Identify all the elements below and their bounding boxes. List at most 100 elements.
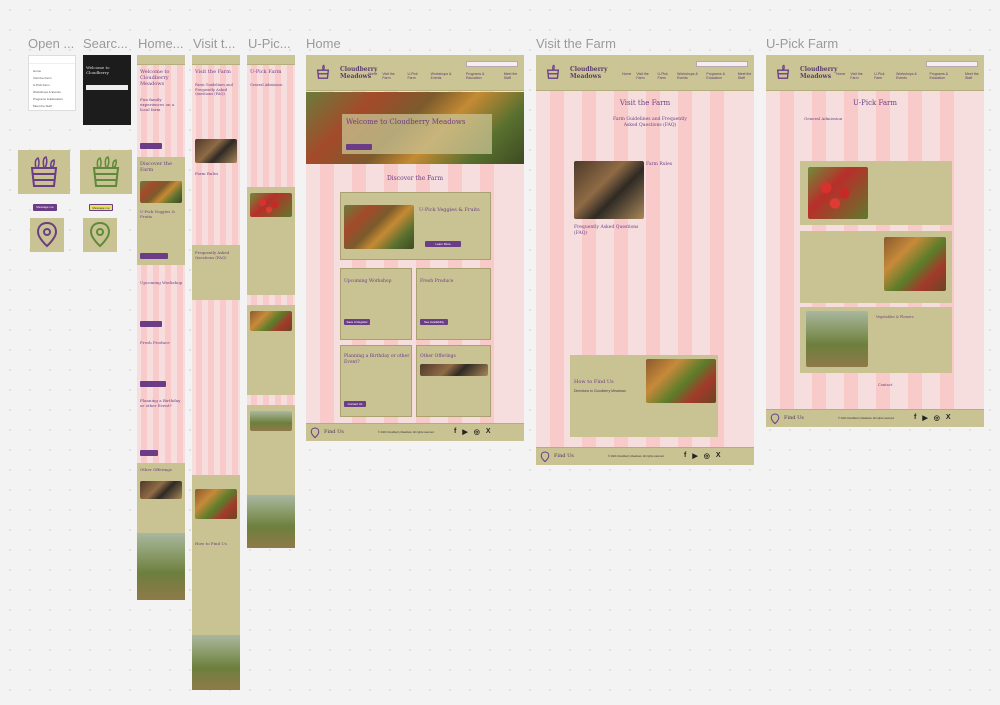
instagram-icon[interactable]: ◎ <box>704 452 710 460</box>
desktop-home-frame[interactable]: Cloudberry Meadows Home Visit the Farm U-… <box>306 55 524 441</box>
nav-item-visit[interactable]: Visit the Farm <box>382 72 402 80</box>
nav-item-visit[interactable]: Visit the Farm <box>636 72 652 80</box>
nav-item-staff[interactable]: Meet the Staff <box>738 72 754 80</box>
frame-label-open[interactable]: Open ... <box>28 36 74 51</box>
message-button-yellow[interactable]: Message me <box>89 204 113 211</box>
mobile-home-availability-button[interactable] <box>140 381 166 387</box>
nav-item-workshops[interactable]: Workshops & Events <box>896 72 924 80</box>
footer-find-us: Find Us <box>324 429 344 435</box>
nav-item-programs[interactable]: Programs & Education <box>706 72 732 80</box>
mobile-home-footer-image <box>137 533 185 600</box>
map-pin-icon <box>310 427 320 439</box>
desktop-home-workshop-title: Upcoming Workshop <box>344 279 392 284</box>
desktop-home-search-input[interactable] <box>466 61 518 67</box>
mobile-home-other-image <box>140 481 182 499</box>
desktop-visit-logo[interactable] <box>542 62 564 82</box>
mobile-visit-sign-image <box>195 139 237 163</box>
mobile-home-register-button[interactable] <box>140 321 162 327</box>
pin-large-purple <box>30 218 64 252</box>
desktop-upick-title: U-Pick Farm <box>852 99 898 107</box>
open-menu-item[interactable]: Visit the Farm <box>33 75 63 82</box>
desktop-home-upick-button[interactable]: Learn More <box>425 241 461 247</box>
logo-large-green <box>80 150 132 194</box>
desktop-home-other-title: Other Offerings <box>420 354 456 359</box>
desktop-home-workshop-button[interactable]: Save A Register <box>344 319 370 325</box>
frame-label-upick[interactable]: U-Pick Farm <box>766 36 838 51</box>
mobile-home-learn-button[interactable] <box>140 253 168 259</box>
facebook-icon[interactable]: f <box>454 428 456 436</box>
nav-item-upick[interactable]: U-Pick Farm <box>874 72 891 80</box>
frame-label-home[interactable]: Home <box>306 36 341 51</box>
frame-label-upick-mobile[interactable]: U-Pic... <box>248 36 291 51</box>
desktop-upick-logo[interactable] <box>772 62 794 82</box>
mobile-visit-find-title: How to Find Us <box>195 541 227 546</box>
open-menu-item[interactable]: Programs & Education <box>33 96 63 103</box>
footer-copyright: © 2024 Cloudberry Meadows. All rights re… <box>608 455 665 458</box>
nav-item-workshops[interactable]: Workshops & Events <box>431 72 461 80</box>
desktop-upick-search-input[interactable] <box>926 61 978 67</box>
desktop-visit-frame[interactable]: Cloudberry Meadows Home Visit the Farm U-… <box>536 55 754 465</box>
frame-label-search[interactable]: Searc... <box>83 36 128 51</box>
mobile-upick-crate-image <box>250 311 292 331</box>
instagram-icon[interactable]: ◎ <box>934 414 940 422</box>
desktop-visit-search-input[interactable] <box>696 61 748 67</box>
nav-item-staff[interactable]: Meet the Staff <box>965 72 984 80</box>
mobile-home-discover-section: Discover the Farm U-Pick Veggies & Fruit… <box>137 157 185 265</box>
nav-item-programs[interactable]: Programs & Education <box>466 72 499 80</box>
desktop-upick-frame[interactable]: Cloudberry Meadows Home Visit the Farm U-… <box>766 55 984 427</box>
crate-logo-icon <box>316 64 330 79</box>
nav-item-home[interactable]: Home <box>836 72 845 80</box>
nav-item-visit[interactable]: Visit the Farm <box>850 72 869 80</box>
mobile-home-frame[interactable]: Welcome to Cloudberry Meadows Fun family… <box>137 55 185 600</box>
frame-label-home-mobile[interactable]: Home... <box>138 36 184 51</box>
desktop-upick-field-image <box>806 311 868 367</box>
search-frame-title: Welcome to Cloudberry <box>86 65 110 75</box>
desktop-home-workshop-card: Upcoming Workshop Save A Register <box>340 268 412 340</box>
x-icon[interactable]: X <box>716 452 721 460</box>
open-menu-item[interactable]: Meet the Staff <box>33 103 63 110</box>
youtube-icon[interactable]: ▶ <box>692 452 697 460</box>
nav-item-home[interactable]: Home <box>622 72 631 80</box>
facebook-icon[interactable]: f <box>684 452 686 460</box>
open-menu-frame[interactable]: Home Visit the Farm U-Pick Farm Workshop… <box>28 55 76 111</box>
footer-find-us: Find Us <box>784 415 804 421</box>
mobile-visit-faq-section: Frequently Asked Questions (FAQ) <box>192 245 240 300</box>
nav-item-workshops[interactable]: Workshops & Events <box>677 72 701 80</box>
mobile-upick-frame[interactable]: U-Pick Farm General Admission <box>247 55 295 548</box>
desktop-home-hero-button[interactable] <box>346 144 372 150</box>
facebook-icon[interactable]: f <box>914 414 916 422</box>
mobile-visit-title: Visit the Farm <box>195 69 231 75</box>
mobile-home-title: Welcome to Cloudberry Meadows <box>140 69 170 87</box>
open-menu-item[interactable]: Home <box>33 68 63 75</box>
desktop-home-footer: Find Us © 2024 Cloudberry Meadows. All r… <box>306 423 524 441</box>
frame-label-visit-mobile[interactable]: Visit t... <box>193 36 235 51</box>
desktop-home-planning-button[interactable]: Contact Us <box>344 401 366 407</box>
nav-item-staff[interactable]: Meet the Staff <box>504 72 524 80</box>
desktop-upick-footer: Find Us © 2024 Cloudberry Meadows. All r… <box>766 409 984 427</box>
instagram-icon[interactable]: ◎ <box>474 428 480 436</box>
message-button-purple[interactable]: Message me <box>33 204 57 211</box>
search-frame-input[interactable] <box>86 85 128 90</box>
desktop-upick-veggies-title: Vegetables & Flowers <box>876 315 914 319</box>
mobile-home-upick-title: U-Pick Veggies & Fruits <box>140 209 176 219</box>
youtube-icon[interactable]: ▶ <box>462 428 467 436</box>
search-frame[interactable]: Welcome to Cloudberry <box>83 55 131 125</box>
mobile-home-cta[interactable] <box>140 143 162 149</box>
open-menu-item[interactable]: Workshops & Events <box>33 89 63 96</box>
youtube-icon[interactable]: ▶ <box>922 414 927 422</box>
x-icon[interactable]: X <box>946 414 951 422</box>
x-icon[interactable]: X <box>486 428 491 436</box>
desktop-upick-crate-section <box>800 231 952 303</box>
mobile-home-contact-button[interactable] <box>140 450 158 456</box>
nav-item-home[interactable]: Home <box>368 72 377 80</box>
frame-label-visit[interactable]: Visit the Farm <box>536 36 616 51</box>
footer-social-icons: f ▶ ◎ X <box>684 452 721 460</box>
nav-item-upick[interactable]: U-Pick Farm <box>658 72 673 80</box>
open-menu-item[interactable]: U-Pick Farm <box>33 82 63 89</box>
nav-item-programs[interactable]: Programs & Education <box>929 72 960 80</box>
desktop-home-logo[interactable] <box>312 62 334 82</box>
nav-item-upick[interactable]: U-Pick Farm <box>407 72 425 80</box>
map-pin-icon <box>36 221 58 248</box>
mobile-visit-frame[interactable]: Visit the Farm Farm Guidelines and Frequ… <box>192 55 240 690</box>
desktop-home-fresh-button[interactable]: See Availability <box>420 319 448 325</box>
